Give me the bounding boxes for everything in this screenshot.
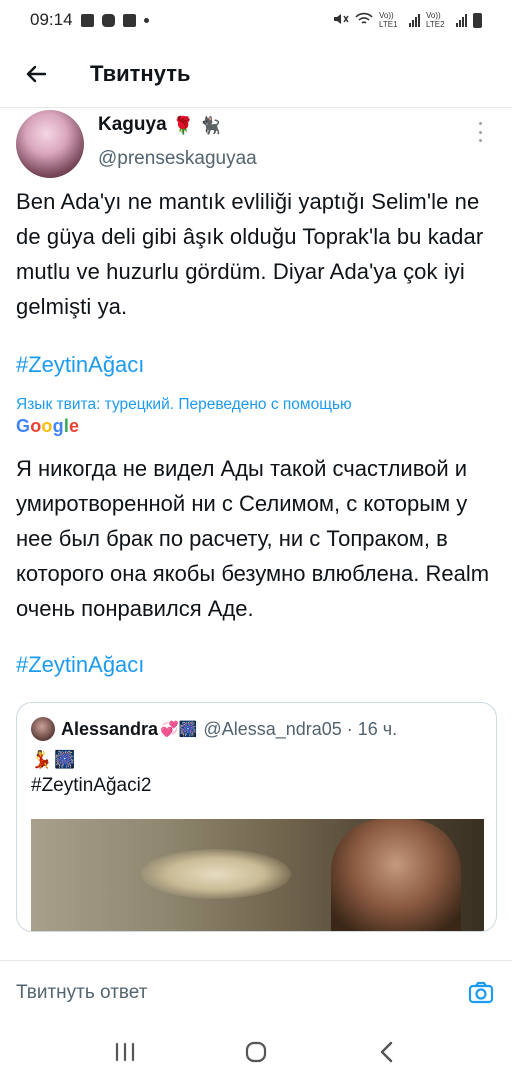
black-cat-emoji: 🐈‍⬛ xyxy=(199,115,221,135)
more-dot-icon xyxy=(478,122,482,125)
quote-author-name: Alessandra xyxy=(61,718,159,739)
media-person-shape xyxy=(331,819,461,931)
page-title: Твитнуть xyxy=(90,60,191,86)
recent-apps-icon xyxy=(116,1042,135,1062)
more-options-button[interactable] xyxy=(470,120,490,144)
google-logo: Google xyxy=(16,416,496,437)
hashtag-link[interactable]: #ZeytinAğacı xyxy=(16,352,496,378)
tweet-text: Ben Ada'yı ne mantık evliliği yaptığı Se… xyxy=(16,189,484,319)
network-1-label: Vo)) LTE1 xyxy=(379,11,398,29)
quote-emoji-line: 💃 🎆 xyxy=(31,749,496,771)
fireworks-emoji: 🎆 xyxy=(54,750,76,769)
camera-icon xyxy=(468,981,494,1003)
quote-separator: · xyxy=(346,718,353,739)
header: Твитнуть xyxy=(0,40,512,108)
author-handle[interactable]: @prenseskaguyaa xyxy=(98,148,257,170)
media-chandelier-shape xyxy=(141,849,291,899)
translated-hashtag-link[interactable]: #ZeytinAğacı xyxy=(16,652,496,678)
system-nav-bar xyxy=(0,1024,512,1080)
signal-1-icon xyxy=(409,13,420,27)
wifi-icon xyxy=(355,12,373,29)
translated-text: Я никогда не видел Ады такой счастливой … xyxy=(16,456,490,621)
instagram-icon xyxy=(101,13,115,27)
battery-icon xyxy=(473,12,482,28)
author-info: Kaguya 🌹 🐈‍⬛ @prenseskaguyaa xyxy=(98,114,257,170)
tweet: Kaguya 🌹 🐈‍⬛ @prenseskaguyaa Ben Ada'yı … xyxy=(16,110,497,932)
author-row: Kaguya 🌹 🐈‍⬛ @prenseskaguyaa xyxy=(16,110,496,178)
status-bar: 09:14 Vo)) LTE1 Vo)) LTE2 xyxy=(0,0,512,40)
rose-emoji: 🌹 xyxy=(172,115,194,135)
more-dot-icon xyxy=(478,139,482,142)
reply-bar: Твитнуть ответ xyxy=(0,960,512,1024)
quote-avatar xyxy=(31,717,55,741)
home-icon xyxy=(245,1041,267,1063)
facebook-icon xyxy=(122,13,136,27)
home-button[interactable] xyxy=(236,1032,276,1072)
quoted-tweet[interactable]: Alessandra 💞🎆 @Alessa_ndra05 · 16 ч. 💃 🎆… xyxy=(16,702,497,932)
quote-name-emojis: 💞🎆 xyxy=(160,721,198,738)
quote-hashtag: #ZeytinAğaci2 xyxy=(31,775,152,796)
reply-input[interactable]: Твитнуть ответ xyxy=(16,982,147,1004)
quote-header: Alessandra 💞🎆 @Alessa_ndra05 · 16 ч. xyxy=(31,717,496,741)
status-time: 09:14 xyxy=(30,10,73,29)
system-back-button[interactable] xyxy=(367,1032,407,1072)
status-left: 09:14 xyxy=(30,10,149,30)
author-name[interactable]: Kaguya xyxy=(98,114,167,136)
camera-button[interactable] xyxy=(466,978,496,1008)
quote-timestamp: 16 ч. xyxy=(357,718,398,739)
google-logo-text: Google xyxy=(16,416,80,436)
translation-note[interactable]: Язык твита: турецкий. Переведено с помощ… xyxy=(16,396,496,414)
notification-dot-icon xyxy=(143,17,149,23)
status-right: Vo)) LTE1 Vo)) LTE2 xyxy=(333,11,482,29)
more-dot-icon xyxy=(478,130,482,134)
dancer-emoji: 💃 xyxy=(31,750,53,769)
back-chevron-icon xyxy=(380,1041,392,1063)
quote-media-image[interactable] xyxy=(31,819,484,931)
back-button[interactable] xyxy=(18,56,54,92)
gallery-icon xyxy=(80,13,94,27)
recent-apps-button[interactable] xyxy=(105,1032,145,1072)
author-name-line: Kaguya 🌹 🐈‍⬛ xyxy=(98,114,257,136)
arrow-left-icon xyxy=(26,65,47,82)
quote-author-handle: @Alessa_ndra05 xyxy=(203,718,342,739)
network-2-label: Vo)) LTE2 xyxy=(426,11,445,29)
author-avatar[interactable] xyxy=(16,110,84,178)
signal-2-icon xyxy=(456,13,467,27)
mute-icon xyxy=(333,12,349,29)
